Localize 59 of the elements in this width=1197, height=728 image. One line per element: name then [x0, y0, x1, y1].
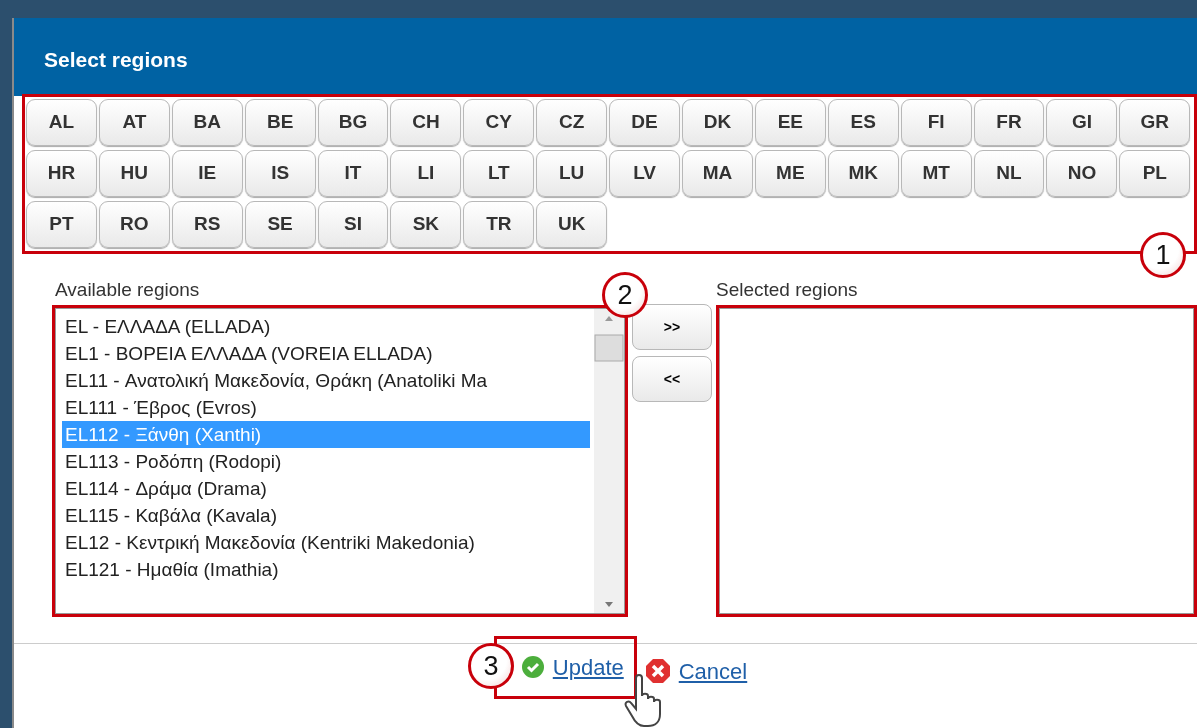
country-button[interactable]: MA [682, 150, 753, 197]
country-button[interactable]: GR [1119, 99, 1191, 146]
country-button[interactable]: EE [754, 99, 826, 146]
country-button[interactable]: RS [171, 201, 243, 248]
country-button[interactable]: CH [390, 99, 462, 146]
list-item[interactable]: EL11 - Ανατολική Μακεδονία, Θράκη (Anatoliki Ma [62, 366, 590, 394]
country-button[interactable]: FI [900, 99, 972, 146]
country-button[interactable]: NO [1046, 150, 1118, 197]
country-button[interactable]: LV [609, 150, 680, 197]
list-label: Selected regions [716, 278, 858, 302]
check-icon [520, 655, 545, 679]
country-button[interactable]: GI [1046, 99, 1118, 146]
country-button[interactable]: MK [827, 150, 899, 197]
country-button[interactable]: BG [317, 99, 389, 146]
country-button[interactable]: DE [609, 99, 680, 146]
scrollbar[interactable] [594, 308, 624, 613]
country-button[interactable]: TR [463, 201, 535, 248]
country-button[interactable]: PL [1119, 150, 1191, 197]
list-item[interactable]: EL12 - Κεντρική Μακεδονία (Kentriki Makedonia) [62, 528, 590, 556]
list-item[interactable]: EL121 - Ημαθία (Imathia) [62, 555, 590, 583]
country-button[interactable]: AT [98, 99, 170, 146]
list-label: Available regions [55, 278, 200, 302]
country-button[interactable]: CY [463, 99, 535, 146]
list-item[interactable]: EL114 - Δράμα (Drama) [62, 474, 590, 502]
country-button[interactable]: ME [754, 150, 826, 197]
list-item[interactable]: EL115 - Καβάλα (Kavala) [62, 501, 590, 529]
country-button[interactable]: NL [973, 150, 1045, 197]
country-button[interactable]: SK [390, 201, 462, 248]
country-button[interactable]: MT [900, 150, 972, 197]
country-button[interactable]: SE [244, 201, 316, 248]
cancel-link[interactable]: Cancel [644, 654, 748, 688]
country-button[interactable]: UK [536, 201, 608, 248]
list-item[interactable]: EL - ΕΛΛΑΔΑ (ELLADA) [62, 312, 590, 340]
country-button[interactable]: CZ [536, 99, 608, 146]
list-item[interactable]: EL1 - ΒΟΡΕΙΑ ΕΛΛΑΔΑ (VOREIA ELLADA) [62, 339, 590, 367]
country-button[interactable]: HR [26, 150, 97, 197]
country-button[interactable]: LU [536, 150, 608, 197]
country-button[interactable]: BE [244, 99, 316, 146]
country-button[interactable]: AL [26, 99, 97, 146]
close-icon [644, 658, 671, 684]
country-button[interactable]: LT [463, 150, 535, 197]
country-button[interactable]: HU [98, 150, 170, 197]
country-button[interactable]: IT [317, 150, 389, 197]
country-button[interactable]: FR [973, 99, 1045, 146]
country-button[interactable]: ES [827, 99, 899, 146]
list-item[interactable]: EL113 - Ροδόπη (Rodopi) [62, 447, 590, 475]
country-button[interactable]: DK [682, 99, 753, 146]
move-button[interactable]: >> [632, 304, 712, 350]
dialog-title: Select regions [14, 18, 1197, 96]
country-button[interactable]: IE [171, 150, 243, 197]
country-button[interactable]: SI [317, 201, 389, 248]
country-button[interactable]: LI [390, 150, 462, 197]
update-link[interactable]: Update [520, 650, 624, 684]
country-button[interactable]: IS [244, 150, 316, 197]
list-item[interactable]: EL111 - Έβρος (Evros) [62, 393, 590, 421]
country-button[interactable]: PT [26, 201, 97, 248]
country-button[interactable]: BA [171, 99, 243, 146]
country-button[interactable]: RO [98, 201, 170, 248]
move-button[interactable]: << [632, 356, 712, 402]
